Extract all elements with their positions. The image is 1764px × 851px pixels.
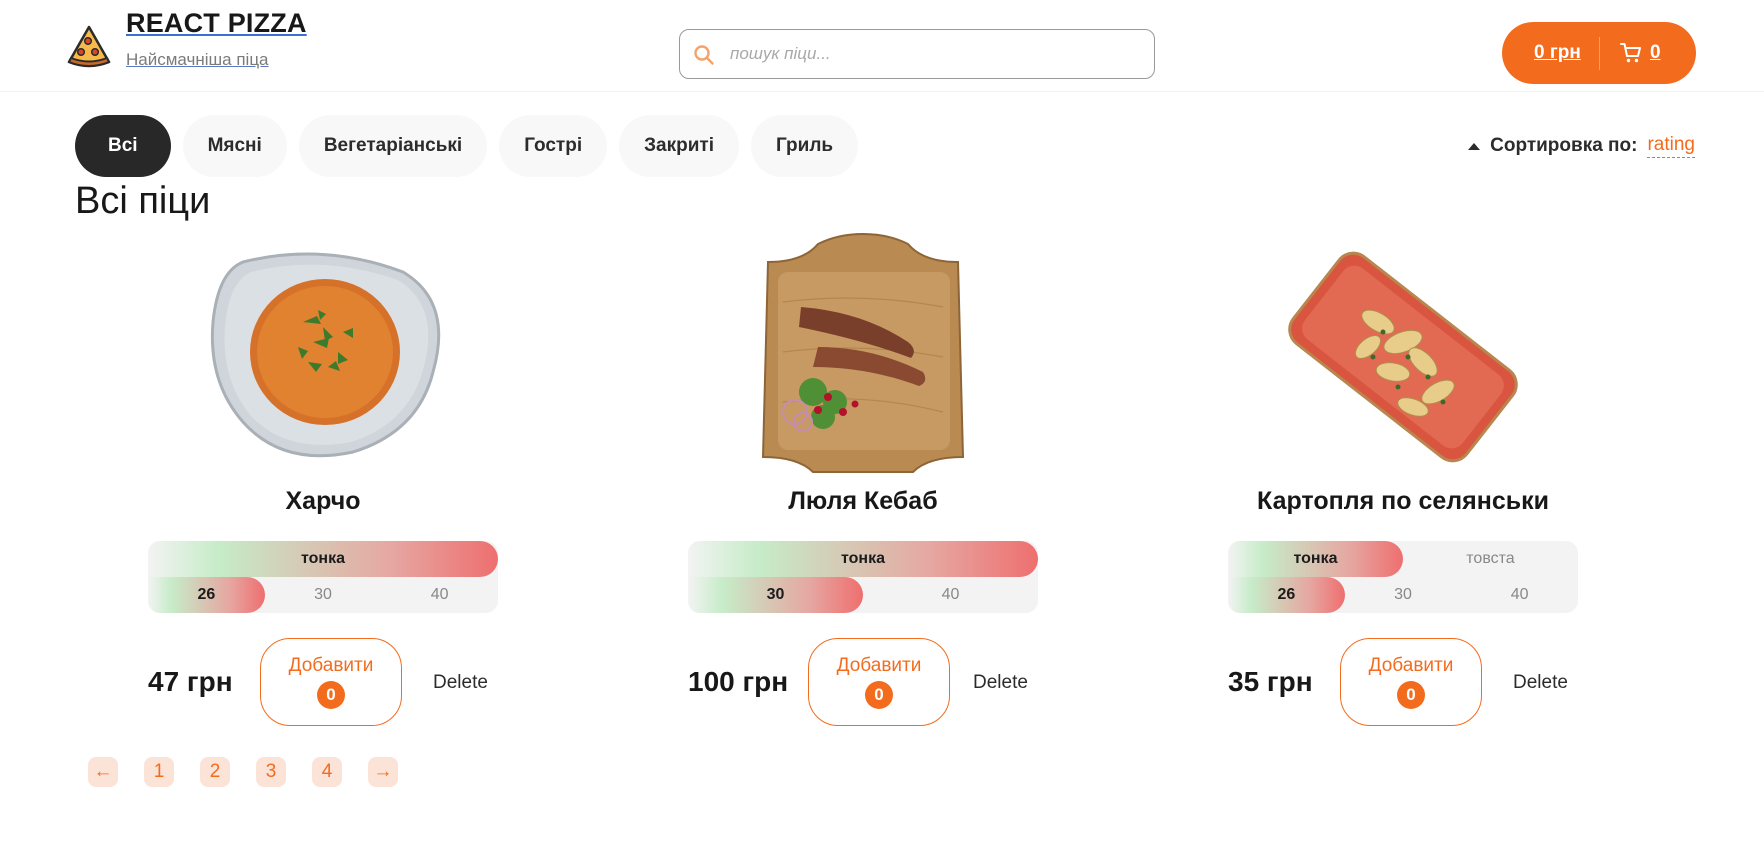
- category-list: Всі Мясні Вегетаріанські Гострі Закриті …: [75, 115, 859, 177]
- pizza-logo-icon: [67, 25, 111, 68]
- delete-button[interactable]: Delete: [973, 672, 1028, 694]
- size-row: 26 30 40: [148, 577, 498, 613]
- cart-price: 0 грн: [1534, 42, 1581, 63]
- logo-link[interactable]: REACT PIZZA Найсмачніша піца: [66, 8, 307, 70]
- add-button-label: Добавити: [1368, 655, 1454, 676]
- add-to-cart-button[interactable]: Добавити 0: [808, 638, 950, 726]
- size-option[interactable]: 30: [265, 577, 382, 613]
- sort-arrow-icon[interactable]: [1468, 142, 1481, 150]
- product-price: 35 грн: [1228, 666, 1313, 697]
- product-title: Люля Кебаб: [788, 487, 938, 515]
- category-grill[interactable]: Гриль: [750, 115, 859, 177]
- card-bottom: 35 грн Добавити 0 Delete: [1228, 638, 1578, 728]
- app-title[interactable]: REACT PIZZA: [126, 8, 307, 39]
- card-bottom: 100 грн Добавити 0 Delete: [688, 638, 1038, 728]
- lula-kebab-image: [761, 232, 965, 473]
- dough-type-option[interactable]: тонка: [688, 541, 1038, 577]
- page-title: Всі піци: [75, 180, 211, 222]
- cart-icon: [1620, 43, 1641, 63]
- cart-button[interactable]: 0 грн 0: [1502, 22, 1696, 84]
- product-title: Харчо: [285, 487, 361, 515]
- search-box: [679, 29, 1155, 79]
- product-options: тонка 26 30 40: [148, 541, 498, 613]
- size-row: 30 40: [688, 577, 1038, 613]
- size-option[interactable]: 26: [1228, 577, 1345, 613]
- size-option[interactable]: 30: [1345, 577, 1462, 613]
- add-count-badge: 0: [865, 681, 893, 709]
- category-spicy[interactable]: Гострі: [499, 115, 608, 177]
- add-count-badge: 0: [317, 681, 345, 709]
- product-price: 47 грн: [148, 666, 233, 697]
- category-all[interactable]: Всі: [75, 115, 171, 177]
- category-closed[interactable]: Закриті: [619, 115, 739, 177]
- pagination-page-1[interactable]: 1: [144, 757, 174, 787]
- dough-type-row: тонка товста: [1228, 541, 1578, 577]
- cart-divider: [1599, 37, 1600, 70]
- category-vegetarian[interactable]: Вегетаріанські: [298, 115, 488, 177]
- pagination-page-4[interactable]: 4: [312, 757, 342, 787]
- app-subtitle[interactable]: Найсмачніша піца: [126, 50, 307, 70]
- village-potatoes-image: [1288, 251, 1518, 463]
- product-options: тонка товста 26 30 40: [1228, 541, 1578, 613]
- size-option[interactable]: 26: [148, 577, 265, 613]
- size-option[interactable]: 40: [381, 577, 498, 613]
- dough-type-option[interactable]: товста: [1403, 541, 1578, 577]
- add-to-cart-button[interactable]: Добавити 0: [260, 638, 402, 726]
- pagination-next-button[interactable]: →: [368, 757, 398, 787]
- pagination-page-2[interactable]: 2: [200, 757, 230, 787]
- sort-label: Сортировка по:: [1490, 135, 1638, 156]
- search-input[interactable]: [680, 30, 1154, 78]
- delete-button[interactable]: Delete: [433, 672, 488, 694]
- product-price: 100 грн: [688, 666, 789, 697]
- sort-value-dropdown[interactable]: rating: [1647, 134, 1695, 158]
- dough-type-option[interactable]: тонка: [1228, 541, 1403, 577]
- kharcho-soup-image: [210, 252, 441, 458]
- add-to-cart-button[interactable]: Добавити 0: [1340, 638, 1482, 726]
- add-count-badge: 0: [1397, 681, 1425, 709]
- dough-type-row: тонка: [688, 541, 1038, 577]
- header: REACT PIZZA Найсмачніша піца 0 грн 0: [0, 0, 1764, 92]
- dough-type-option[interactable]: тонка: [148, 541, 498, 577]
- size-option[interactable]: 40: [1461, 577, 1578, 613]
- search-icon: [694, 45, 714, 65]
- size-option[interactable]: 40: [863, 577, 1038, 613]
- size-row: 26 30 40: [1228, 577, 1578, 613]
- delete-button[interactable]: Delete: [1513, 672, 1568, 694]
- sort-control: Сортировка по: rating: [1468, 134, 1695, 158]
- category-meat[interactable]: Мясні: [182, 115, 287, 177]
- dough-type-row: тонка: [148, 541, 498, 577]
- pagination-page-3[interactable]: 3: [256, 757, 286, 787]
- add-button-label: Добавити: [836, 655, 922, 676]
- card-bottom: 47 грн Добавити 0 Delete: [148, 638, 498, 728]
- add-button-label: Добавити: [288, 655, 374, 676]
- cart-count: 0: [1650, 42, 1661, 63]
- size-option[interactable]: 30: [688, 577, 863, 613]
- product-title: Картопля по селянськи: [1257, 487, 1549, 515]
- pagination-prev-button[interactable]: ←: [88, 757, 118, 787]
- pagination: ← 1 2 3 4 →: [88, 757, 398, 787]
- product-options: тонка 30 40: [688, 541, 1038, 613]
